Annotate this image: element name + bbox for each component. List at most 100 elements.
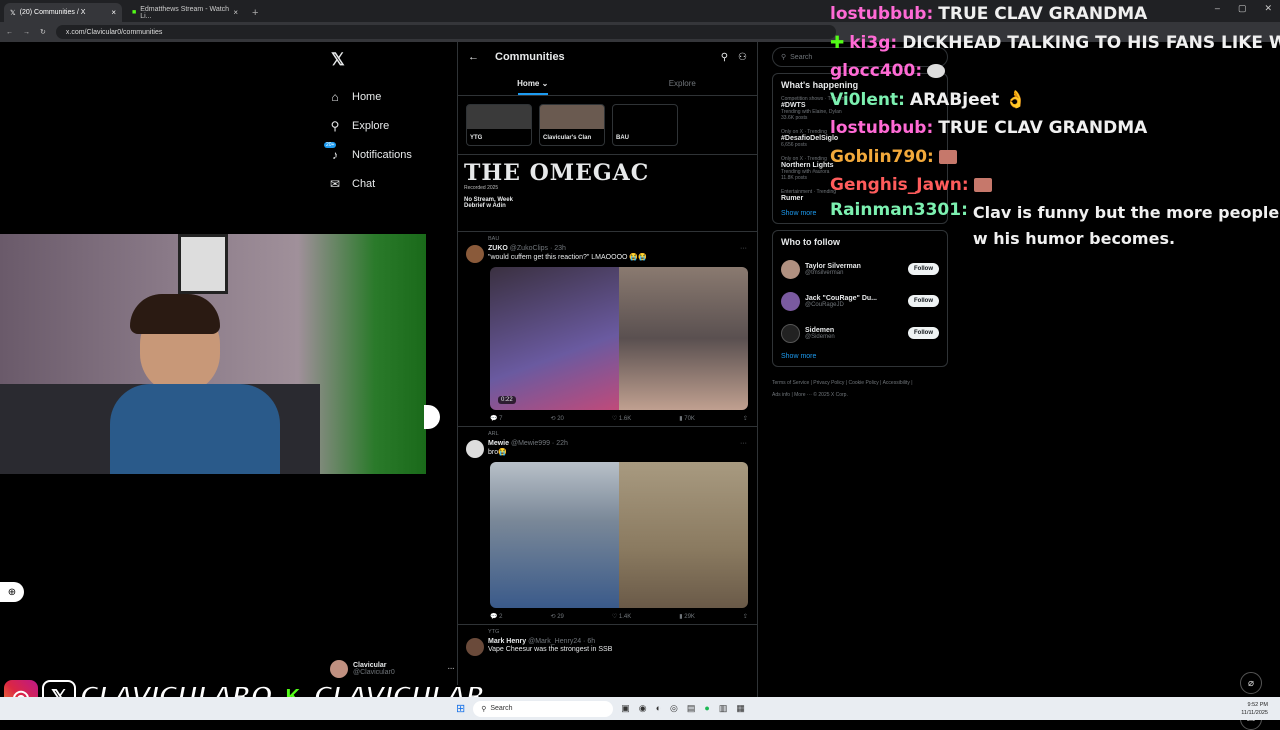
- nav-notifications[interactable]: ♪ 20+ Notifications: [324, 140, 453, 169]
- post-video[interactable]: 0:22: [490, 267, 748, 410]
- views-count[interactable]: ▮ 70K: [679, 415, 695, 422]
- nav-home[interactable]: ⌂ Home: [328, 82, 453, 111]
- avatar: [781, 323, 800, 343]
- left-nav: 𝕏 ⌂ Home ⚲ Explore ♪ 20+ Notifications ✉ Chat: [324, 48, 453, 198]
- search-icon: ⚲: [330, 118, 340, 133]
- follow-button[interactable]: Follow: [908, 295, 939, 307]
- avatar: [330, 660, 348, 678]
- taskbar-search[interactable]: ⚲ Search: [473, 700, 614, 717]
- reply-button[interactable]: 💬 7: [490, 415, 502, 422]
- follow-button[interactable]: Follow: [908, 263, 939, 275]
- community-card[interactable]: BAU: [612, 104, 678, 146]
- chat-username: lostubbub:: [830, 118, 934, 139]
- community-banner[interactable]: THE OMEGAC Recorded 2025 No Stream, Week…: [458, 154, 757, 232]
- community-card[interactable]: YTG: [466, 104, 532, 146]
- post-community: ARL: [488, 431, 499, 437]
- new-tab-button[interactable]: +: [252, 7, 258, 19]
- community-list: YTG Clavicular's Clan BAU: [458, 96, 757, 154]
- post-actions: 💬 7 ⟲ 20 ♡ 1.6K ▮ 70K ⇪: [490, 410, 748, 426]
- app-icon[interactable]: ▤: [687, 703, 696, 714]
- taskbar: ⊞ ⚲ Search ▣ ◉ ◐ ◎ ▤ ● ▥ ▦ 9:52 PM 11/11/2…: [0, 697, 1280, 720]
- post-handle: @Mewie999 · 22h: [510, 440, 568, 447]
- avatar[interactable]: [466, 245, 484, 263]
- footer-links[interactable]: Terms of Service | Privacy Policy | Cook…: [772, 377, 922, 401]
- banner-caption: No Stream, Week Debrief w Adin: [464, 197, 513, 209]
- video-frame-right: [619, 267, 748, 410]
- more-icon[interactable]: ···: [740, 440, 747, 447]
- follow-button[interactable]: Follow: [908, 327, 939, 339]
- spotify-icon[interactable]: ●: [704, 703, 709, 714]
- post-text: "would cuffem get this reaction?" LMAOOO…: [488, 254, 647, 261]
- post[interactable]: YTG Mark Henry @Mark_Henry24 · 6h Vape C…: [458, 625, 757, 656]
- show-more-link[interactable]: Show more: [781, 353, 939, 360]
- app-icon[interactable]: ◉: [639, 703, 647, 714]
- like-button[interactable]: ♡ 1.4K: [612, 613, 631, 620]
- views-count[interactable]: ▮ 29K: [679, 613, 695, 620]
- avatar: [781, 259, 800, 279]
- windows-start-icon[interactable]: ⊞: [456, 702, 465, 715]
- account-switcher[interactable]: Clavicular @Clavicular0 ···: [330, 660, 455, 678]
- people-icon[interactable]: ⚇: [738, 52, 747, 63]
- forward-icon[interactable]: →: [23, 29, 30, 36]
- follow-suggestion[interactable]: Jack "CouRage" Du... @CouRageJD Follow: [781, 285, 939, 317]
- back-icon[interactable]: ←: [6, 29, 13, 36]
- nav-chat[interactable]: ✉ Chat: [328, 169, 453, 198]
- page-content: 𝕏 ⌂ Home ⚲ Explore ♪ 20+ Notifications ✉ Chat…: [0, 4, 1280, 730]
- app-icon[interactable]: ▣: [621, 703, 630, 714]
- avatar[interactable]: [466, 638, 484, 656]
- video-frame-left: [490, 267, 619, 410]
- lens-icon[interactable]: ⊕: [0, 582, 24, 602]
- chat-message: glocc400:: [830, 57, 1280, 86]
- chat-message: lostubbub: TRUE CLAV GRANDMA: [830, 118, 1148, 139]
- back-arrow-icon[interactable]: ←: [468, 51, 479, 63]
- communities-column: ← Communities ⚲ ⚇ Home ⌄ Explore YTG Clav…: [457, 42, 758, 697]
- app-icon[interactable]: ▦: [736, 703, 745, 714]
- chat-username: ki3g:: [849, 32, 898, 53]
- follow-suggestion[interactable]: Sidemen @Sidemen Follow: [781, 317, 939, 349]
- browser-tab[interactable]: ■ Edmatthews Stream - Watch Li... ×: [126, 3, 244, 22]
- share-icon[interactable]: ⇪: [743, 613, 748, 620]
- search-icon: ⚲: [781, 54, 787, 61]
- share-icon[interactable]: ⇪: [743, 415, 748, 422]
- grok-icon[interactable]: ⌀: [1240, 672, 1262, 694]
- image-right: [619, 462, 748, 608]
- search-icon[interactable]: ⚲: [721, 52, 728, 63]
- clock[interactable]: 9:52 PM 11/11/2025: [1241, 701, 1268, 717]
- follow-suggestion[interactable]: Taylor Silverman @tmsilverman Follow: [781, 253, 939, 285]
- chat-message: Genghis_Jawn:: [830, 171, 1280, 200]
- more-icon[interactable]: ···: [740, 245, 747, 252]
- chat-message: lostubbub: TRUE CLAV GRANDMA: [830, 4, 1148, 25]
- close-icon[interactable]: ×: [233, 8, 238, 17]
- post-author: Mewie: [488, 440, 510, 447]
- tab-home[interactable]: Home ⌄: [458, 72, 608, 95]
- chrome-icon[interactable]: ◎: [670, 703, 678, 714]
- browser-tab[interactable]: 𝕏 (20) Communities / X ×: [4, 3, 122, 22]
- more-icon[interactable]: ···: [448, 666, 455, 673]
- chat-message: ✚ ki3g: DICKHEAD TALKING TO HIS FANS LIKE …: [830, 32, 1280, 53]
- close-icon[interactable]: ×: [111, 8, 116, 17]
- post[interactable]: ARL Mewie @Mewie999 · 22h bro😭 ··· 💬 2 ⟲…: [458, 427, 757, 625]
- reload-icon[interactable]: ↻: [40, 28, 46, 36]
- communities-tabs: Home ⌄ Explore: [458, 72, 757, 96]
- avatar[interactable]: [466, 440, 484, 458]
- badge-icon: ✚: [830, 32, 845, 53]
- edge-icon[interactable]: ◐: [656, 703, 661, 714]
- chat-username: Genghis_Jawn:: [830, 175, 969, 196]
- post-image[interactable]: [490, 462, 748, 608]
- repost-button[interactable]: ⟲ 29: [550, 613, 563, 620]
- community-card[interactable]: Clavicular's Clan: [539, 104, 605, 146]
- like-button[interactable]: ♡ 1.6K: [612, 415, 631, 422]
- chat-username: Rainman3301:: [830, 199, 968, 220]
- x-logo-icon[interactable]: 𝕏: [331, 50, 453, 70]
- scroll-handle[interactable]: [424, 405, 440, 429]
- search-icon: ⚲: [481, 705, 487, 713]
- repost-button[interactable]: ⟲ 20: [550, 415, 563, 422]
- post-community: BAU: [488, 236, 500, 242]
- home-icon: ⌂: [331, 89, 339, 104]
- post[interactable]: BAU ZUKO @ZukoClips · 23h "would cuffem …: [458, 232, 757, 427]
- tab-explore[interactable]: Explore: [608, 72, 758, 95]
- reply-button[interactable]: 💬 2: [490, 613, 502, 620]
- nav-explore[interactable]: ⚲ Explore: [328, 111, 453, 140]
- app-icon[interactable]: ▥: [719, 703, 728, 714]
- url-field[interactable]: x.com/Clavicular0/communities: [55, 25, 836, 39]
